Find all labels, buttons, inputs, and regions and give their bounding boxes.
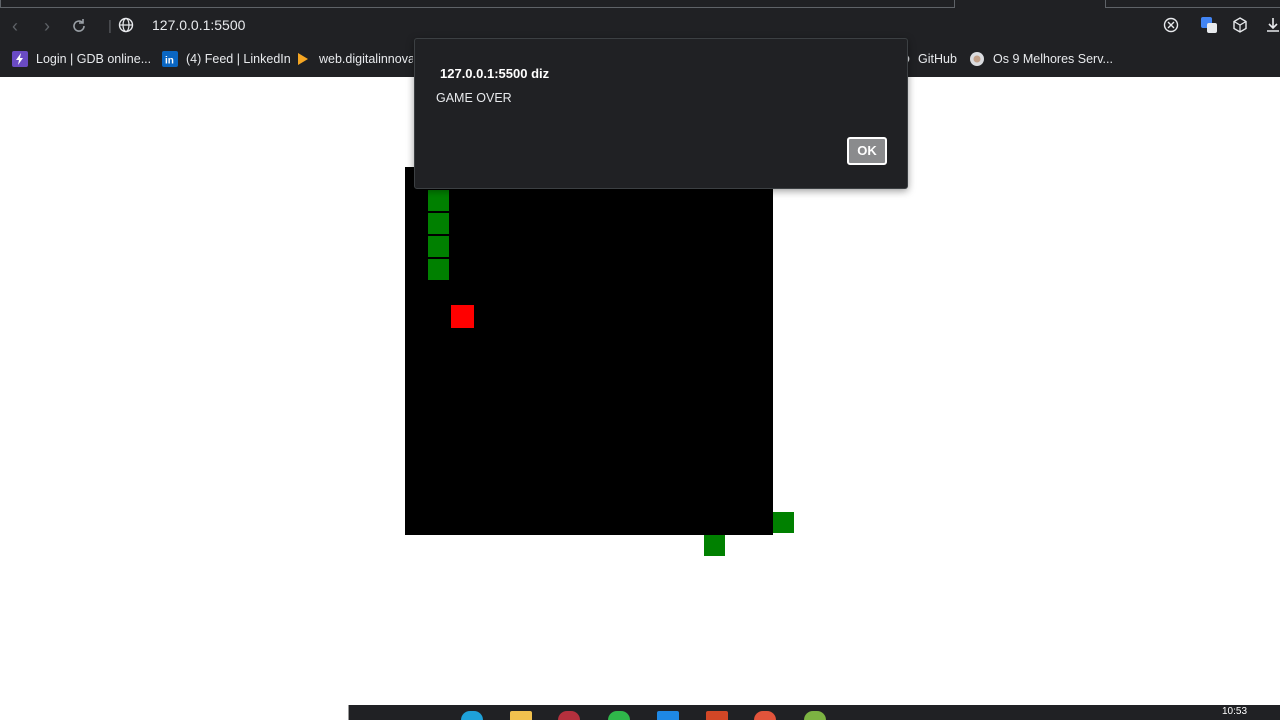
alert-dialog: 127.0.0.1:5500 diz GAME OVER OK [414, 38, 908, 189]
app-icon[interactable] [804, 711, 826, 720]
blocked-icon[interactable] [1162, 16, 1180, 34]
vscode-icon[interactable] [657, 711, 679, 720]
snake-segment [428, 236, 449, 257]
tab-strip-right [1105, 0, 1280, 8]
snake-segment-outside [773, 512, 794, 533]
bookmark-dio[interactable]: web.digitalinnovat [295, 47, 413, 71]
bookmark-github[interactable]: GitHub [900, 47, 957, 71]
bookmark-linkedin[interactable]: in (4) Feed | LinkedIn [162, 47, 291, 71]
extensions-icon[interactable] [1231, 16, 1249, 34]
reload-button[interactable] [68, 15, 90, 37]
bookmark-label: (4) Feed | LinkedIn [186, 52, 291, 66]
site-icon [969, 51, 985, 67]
dialog-message: GAME OVER [436, 91, 512, 105]
translate-icon[interactable] [1200, 16, 1218, 34]
snake-segment [428, 190, 449, 211]
bookmark-label: Os 9 Melhores Serv... [993, 52, 1113, 66]
ok-button[interactable]: OK [847, 137, 887, 165]
linkedin-icon: in [162, 51, 178, 67]
folder-icon[interactable] [510, 711, 532, 720]
address-bar[interactable]: 127.0.0.1:5500 [152, 17, 245, 33]
bookmark-servers[interactable]: Os 9 Melhores Serv... [969, 47, 1113, 71]
dialog-title: 127.0.0.1:5500 diz [440, 66, 550, 81]
bookmark-label: web.digitalinnovat [319, 52, 413, 66]
download-icon[interactable] [1264, 16, 1280, 34]
powerpoint-icon[interactable] [706, 711, 728, 720]
taskbar: 10:53 [0, 705, 1280, 720]
bookmark-label: GitHub [918, 52, 957, 66]
bolt-icon [12, 51, 28, 67]
taskbar-clock: 10:53 [1222, 706, 1248, 717]
bookmark-gdb[interactable]: Login | GDB online... [12, 47, 151, 71]
svg-text:in: in [165, 56, 174, 67]
snake-segment [428, 213, 449, 234]
dio-icon [295, 51, 311, 67]
opera-icon[interactable] [558, 711, 580, 720]
whatsapp-icon[interactable] [608, 711, 630, 720]
back-button[interactable]: ‹ [4, 15, 26, 37]
tab-strip [0, 0, 955, 8]
site-info-icon[interactable] [117, 16, 135, 34]
taskbar-search[interactable] [0, 705, 349, 720]
reload-icon [73, 19, 85, 32]
forward-button[interactable]: › [36, 15, 58, 37]
snake-segment [428, 259, 449, 280]
food-item [451, 305, 474, 328]
game-canvas[interactable] [405, 167, 773, 535]
edge-icon[interactable] [461, 711, 483, 720]
bookmark-label: Login | GDB online... [36, 52, 152, 66]
chrome-icon[interactable] [754, 711, 776, 720]
snake-segment-outside [704, 535, 725, 556]
